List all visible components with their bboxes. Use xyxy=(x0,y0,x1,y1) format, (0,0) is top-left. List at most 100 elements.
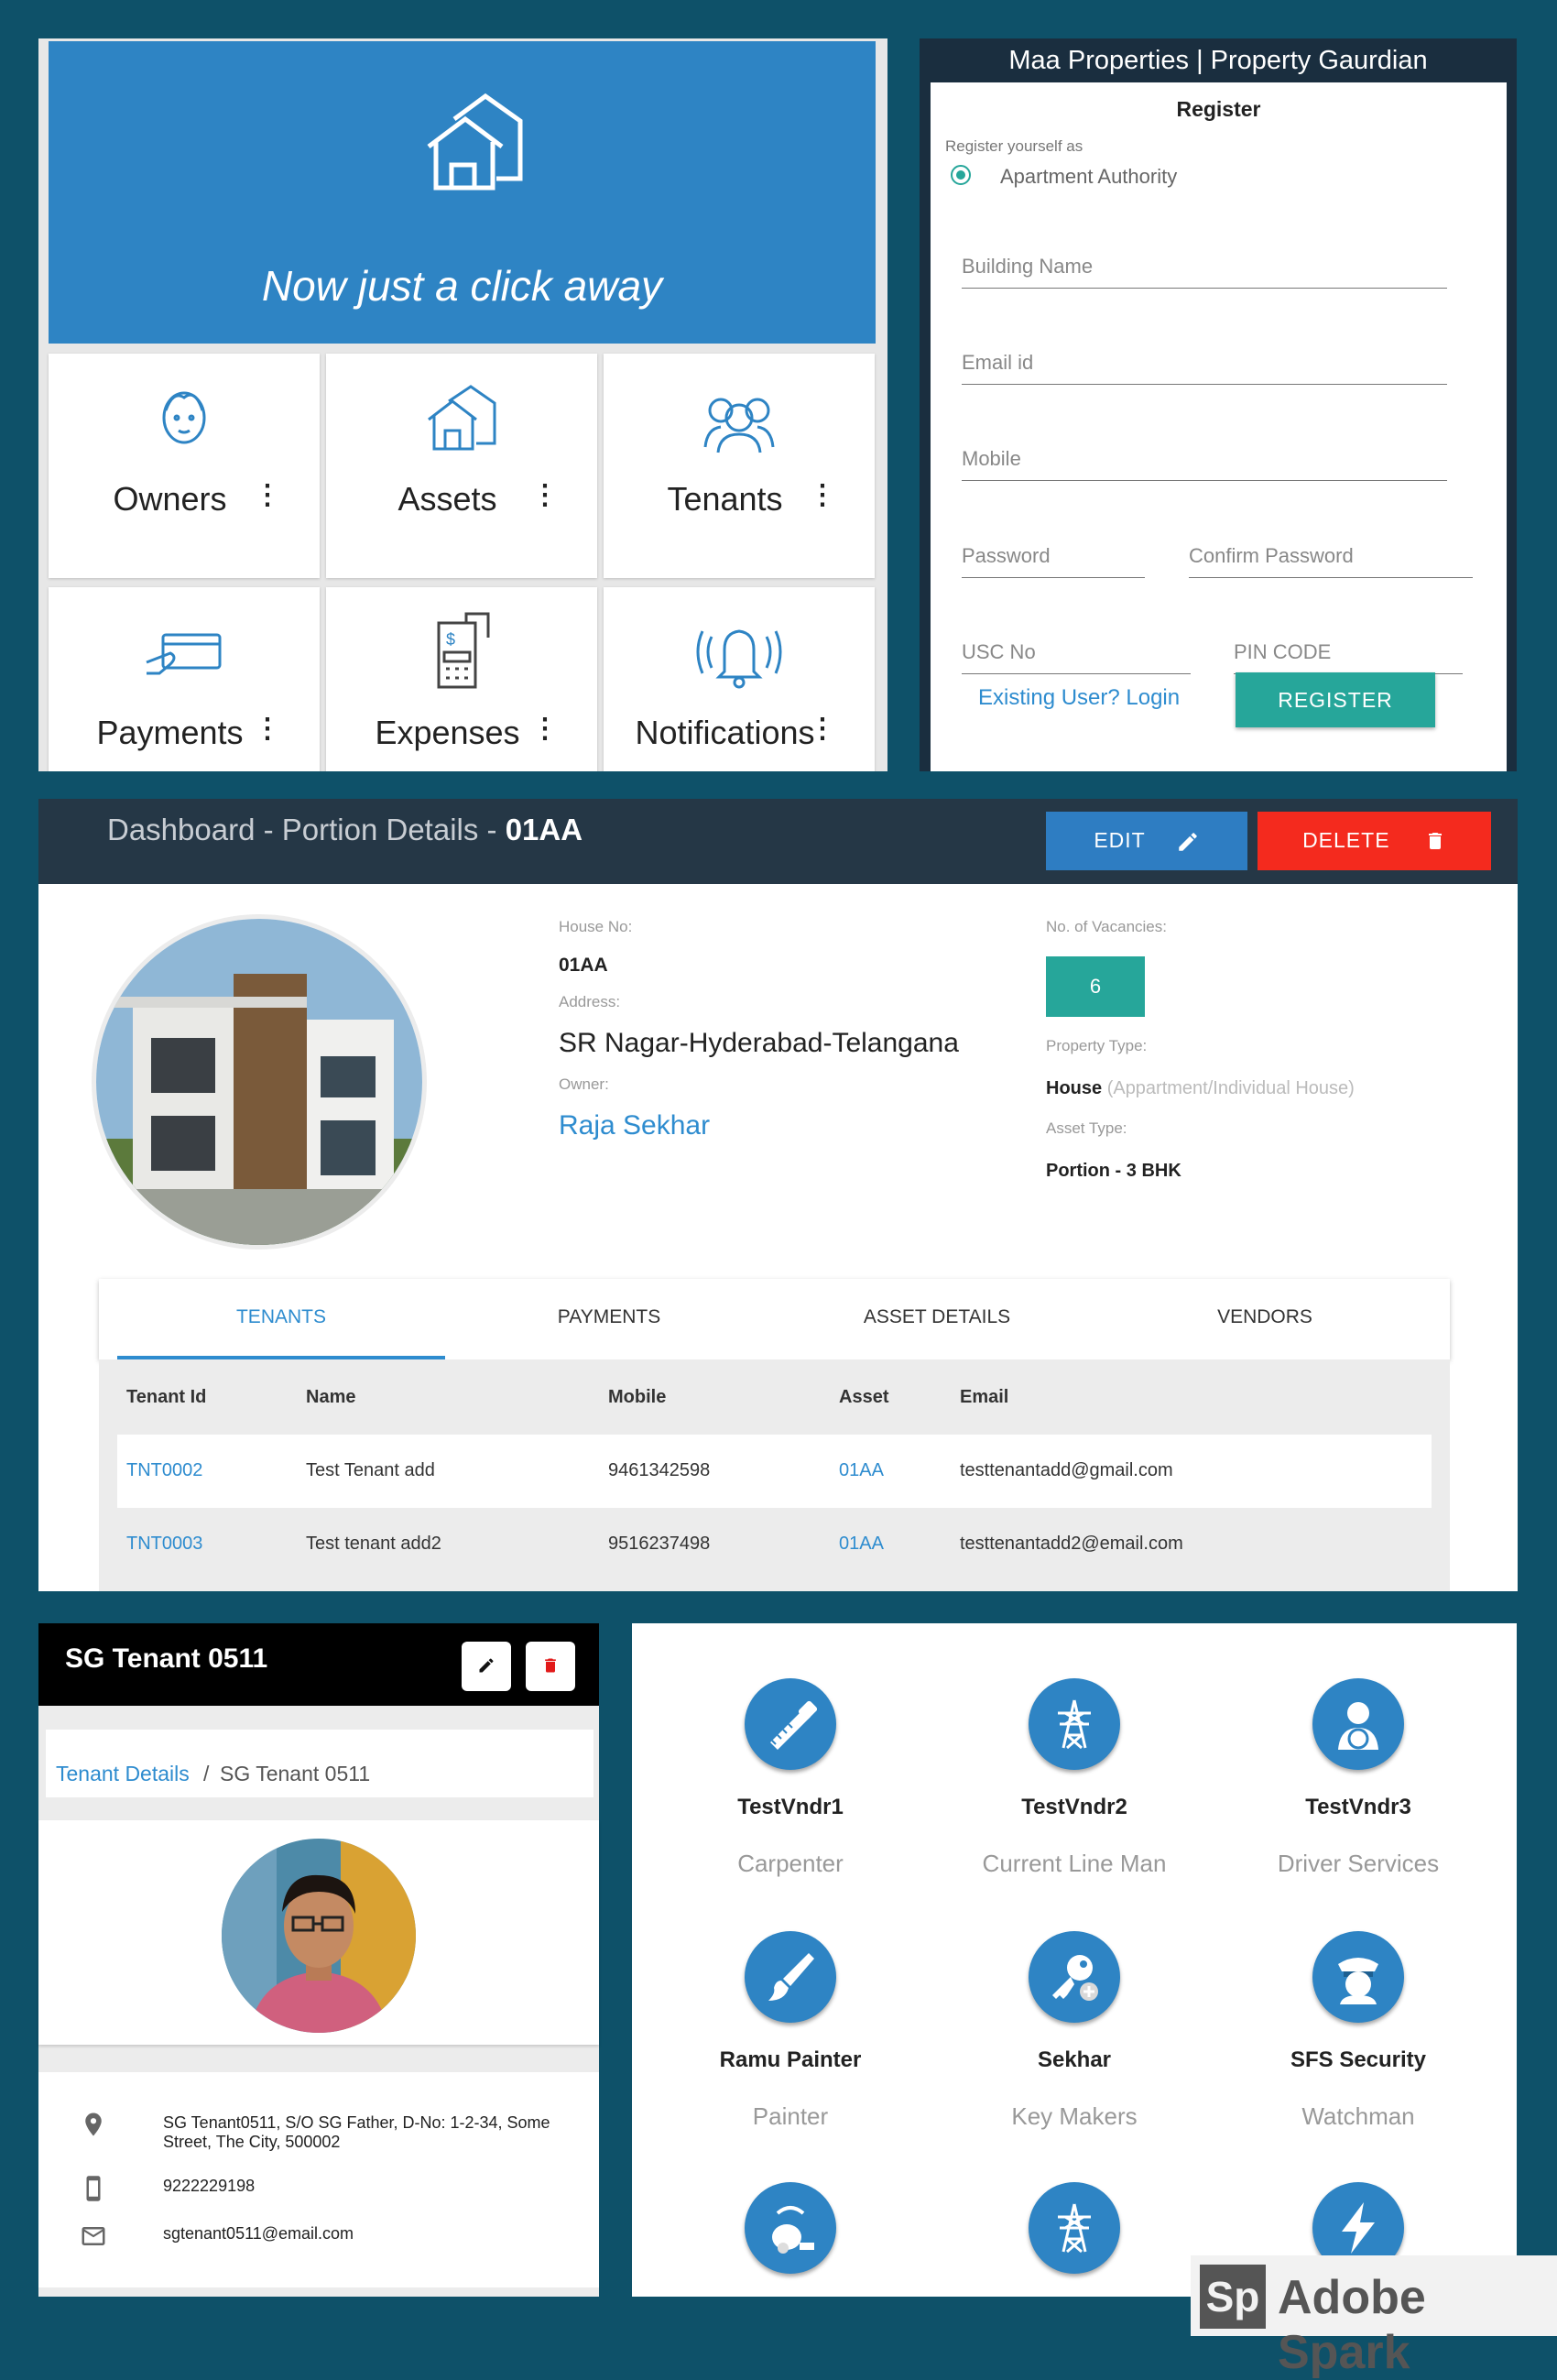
role-radio[interactable] xyxy=(951,165,971,185)
spark-logo: Sp xyxy=(1200,2265,1266,2329)
building-name-field[interactable]: Building Name xyxy=(962,247,1447,289)
bell-icon xyxy=(696,629,782,689)
tile-tenants[interactable]: Tenants ⋮ xyxy=(604,354,875,578)
tenant-id-link[interactable]: TNT0003 xyxy=(126,1534,202,1555)
delete-button[interactable]: DELETE xyxy=(1258,812,1491,870)
portion-details-panel: Dashboard - Portion Details - 01AA EDIT … xyxy=(38,799,1518,1591)
receipt-calculator-icon: $ xyxy=(437,612,490,689)
edit-button[interactable]: EDIT xyxy=(1046,812,1247,870)
table-row[interactable]: TNT0003 Test tenant add2 9516237498 01AA… xyxy=(117,1508,1432,1581)
password-field[interactable]: Password xyxy=(962,537,1145,578)
asset-link[interactable]: 01AA xyxy=(839,1534,884,1555)
power-tower-icon xyxy=(1058,1699,1091,1750)
register-card: Register Register yourself as Apartment … xyxy=(931,82,1507,771)
register-as-label: Register yourself as xyxy=(945,137,1083,155)
breadcrumb-current: SG Tenant 0511 xyxy=(220,1762,371,1785)
owner-face-icon xyxy=(162,391,206,444)
tenant-panel: SG Tenant 0511 Tenant Details / SG Tenan… xyxy=(38,1623,599,2297)
tenant-header: SG Tenant 0511 xyxy=(38,1623,599,1706)
register-button[interactable]: REGISTER xyxy=(1236,672,1435,727)
more-icon[interactable]: ⋮ xyxy=(254,482,281,509)
security-guard-icon xyxy=(1338,1958,1378,2004)
tab-asset-details[interactable]: ASSET DETAILS xyxy=(773,1306,1101,1328)
vacancies-count: 6 xyxy=(1046,956,1145,1017)
tile-payments[interactable]: Payments ⋮ xyxy=(49,587,320,771)
role-radio-label[interactable]: Apartment Authority xyxy=(1000,165,1177,189)
power-tower-icon xyxy=(1058,2203,1091,2254)
portion-header: Dashboard - Portion Details - 01AA EDIT … xyxy=(38,799,1518,884)
breadcrumb-link[interactable]: Tenant Details xyxy=(56,1762,190,1786)
more-icon[interactable]: ⋮ xyxy=(254,715,281,743)
table-row[interactable]: TNT0002 Test Tenant add 9461342598 01AA … xyxy=(117,1435,1432,1508)
tile-assets[interactable]: Assets ⋮ xyxy=(326,354,597,578)
vendor-avatar[interactable] xyxy=(1029,1931,1120,2023)
tab-payments[interactable]: PAYMENTS xyxy=(445,1306,773,1328)
trash-icon xyxy=(1428,833,1442,850)
vacuum-cleaner-icon xyxy=(772,2206,814,2254)
vendor-name: Sekhar xyxy=(1037,2047,1112,2072)
svg-text:$: $ xyxy=(446,630,455,649)
more-icon[interactable]: ⋮ xyxy=(809,482,836,509)
location-pin-icon xyxy=(85,2113,102,2136)
tenants-table: Tenant Id Name Mobile Asset Email TNT000… xyxy=(99,1359,1450,1591)
pin-code-field[interactable]: PIN CODE xyxy=(1234,633,1463,674)
vendor-avatar[interactable] xyxy=(745,1678,836,1770)
asset-type-label: Asset Type: xyxy=(1046,1119,1127,1137)
phone-icon xyxy=(86,2176,101,2201)
vendor-role: Watchman xyxy=(1301,2102,1415,2130)
hero-banner: Now just a click away xyxy=(49,41,876,344)
tenant-id-link[interactable]: TNT0002 xyxy=(126,1460,202,1481)
vendor-avatar[interactable] xyxy=(1312,1678,1404,1770)
driver-icon xyxy=(1338,1702,1378,1750)
tab-vendors[interactable]: VENDORS xyxy=(1101,1306,1429,1328)
tenant-name: Test tenant add2 xyxy=(306,1534,441,1554)
vendor-avatar[interactable] xyxy=(1029,2182,1120,2274)
email-field[interactable]: Email id xyxy=(962,344,1447,385)
vendor-avatar[interactable] xyxy=(1029,1678,1120,1770)
houses-icon xyxy=(427,93,523,191)
tenant-mobile: 9461342598 xyxy=(608,1460,711,1480)
people-group-icon xyxy=(703,398,775,453)
tile-expenses[interactable]: $ Expenses ⋮ xyxy=(326,587,597,771)
key-icon xyxy=(1052,1955,1098,2001)
tenant-mobile: 9516237498 xyxy=(608,1534,711,1554)
field-placeholder: PIN CODE xyxy=(1234,640,1332,663)
vendor-role: Painter xyxy=(752,2102,829,2130)
register-heading: Register xyxy=(1176,97,1261,121)
usc-no-field[interactable]: USC No xyxy=(962,633,1191,674)
tile-notifications[interactable]: Notifications ⋮ xyxy=(604,587,875,771)
owner-link[interactable]: Raja Sekhar xyxy=(559,1110,710,1141)
tenant-photo-card xyxy=(38,1820,599,2045)
tagline: Now just a click away xyxy=(261,262,663,310)
tile-owners[interactable]: Owners ⋮ xyxy=(49,354,320,578)
house-photo xyxy=(92,914,427,1250)
vendor-avatar[interactable] xyxy=(1312,1931,1404,2023)
login-link[interactable]: Existing User? Login xyxy=(978,685,1180,711)
tenant-phone: 9222229198 xyxy=(163,2177,256,2195)
contact-card: SG Tenant0511, S/O SG Father, D-No: 1-2-… xyxy=(38,2072,599,2287)
asset-link[interactable]: 01AA xyxy=(839,1460,884,1481)
col-tenant-id: Tenant Id xyxy=(126,1387,207,1407)
vendor-role: Carpenter xyxy=(737,1850,844,1877)
vacancies-label: No. of Vacancies: xyxy=(1046,918,1167,935)
vendor-avatar[interactable] xyxy=(745,2182,836,2274)
vendor-avatar[interactable] xyxy=(745,1931,836,2023)
edit-button[interactable] xyxy=(462,1642,511,1691)
vendors-panel: TestVndr1 Carpenter TestVndr2 Current Li… xyxy=(632,1623,1517,2297)
field-placeholder: Email id xyxy=(962,351,1034,374)
confirm-password-field[interactable]: Confirm Password xyxy=(1189,537,1473,578)
vendor-role: Key Makers xyxy=(1011,2102,1138,2130)
adobe-spark-watermark: Sp Adobe Spark xyxy=(1191,2255,1557,2379)
field-placeholder: Password xyxy=(962,544,1051,567)
more-icon[interactable]: ⋮ xyxy=(531,482,559,509)
more-icon[interactable]: ⋮ xyxy=(531,715,559,743)
tenant-email: testtenantadd2@email.com xyxy=(960,1534,1183,1554)
tab-tenants[interactable]: TENANTS xyxy=(117,1306,445,1328)
app-title: Maa Properties | Property Gaurdian xyxy=(1008,46,1428,75)
owner-label: Owner: xyxy=(559,1075,609,1093)
mobile-field[interactable]: Mobile xyxy=(962,440,1447,481)
saw-icon xyxy=(770,1700,818,1750)
more-icon[interactable]: ⋮ xyxy=(809,715,836,743)
trash-icon xyxy=(545,1658,556,1672)
delete-button[interactable] xyxy=(526,1642,575,1691)
